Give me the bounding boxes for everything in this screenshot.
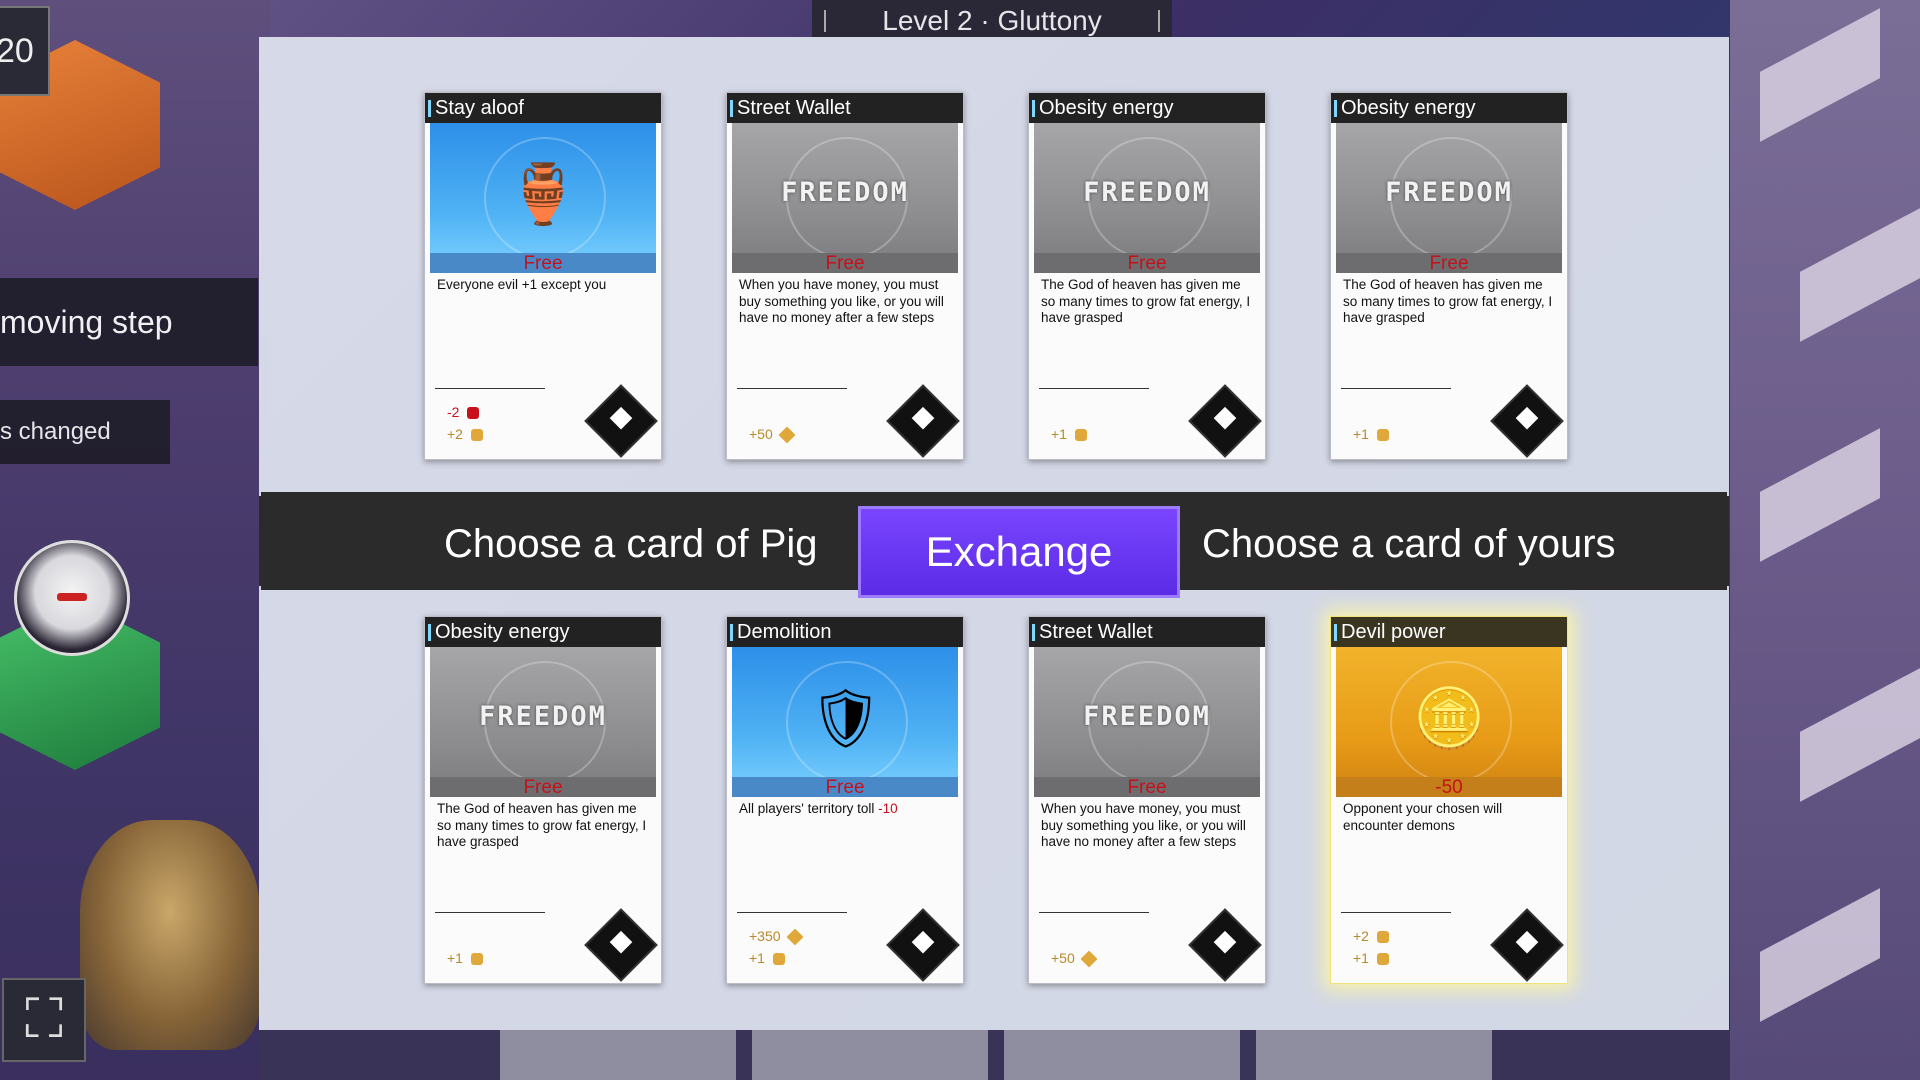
coin-icon [1074,429,1087,442]
hand-card-peek[interactable] [1256,1030,1492,1080]
opponent-card-2[interactable]: Street Wallet FREEDOM Free When you have… [726,92,964,460]
board-bottom-strip [260,1030,1730,1080]
card-type-icon [886,384,960,458]
card-price: Free [732,777,958,797]
card-stats: +350 +1 [749,925,804,969]
player-avatar[interactable] [14,540,130,656]
card-art: FREEDOM Free [732,123,958,273]
card-price: Free [430,253,656,273]
player-card-2[interactable]: Demolition 🛡 Free All players' territory… [726,616,964,984]
card-title: Devil power [1331,617,1567,647]
card-stats: +2 +1 [1353,925,1389,969]
fullscreen-icon[interactable]: ⛶ [2,978,86,1062]
coin-icon [1376,429,1389,442]
card-art: FREEDOM Free [430,647,656,797]
level-title: Level 2 · Gluttony [812,0,1172,40]
gem-icon [1080,950,1098,968]
card-description: All players' territory toll -10 [739,801,898,816]
tower-building-icon [80,820,260,1050]
card-description: The God of heaven has given me so many t… [1343,277,1553,325]
card-art: FREEDOM Free [1034,647,1260,797]
freedom-logo: FREEDOM [1385,177,1513,208]
gem-icon [786,928,804,946]
card-price: Free [1034,253,1260,273]
flag-icon [1376,931,1389,944]
card-stats: +1 [1353,423,1389,445]
card-stats: +50 [1051,947,1098,969]
hand-card-peek[interactable] [500,1030,736,1080]
card-type-icon [1490,384,1564,458]
card-art: FREEDOM Free [1336,123,1562,273]
player-card-4-selected[interactable]: Devil power 🪙 -50 Opponent your chosen w… [1330,616,1568,984]
freedom-logo: FREEDOM [1083,701,1211,732]
card-description: Opponent your chosen will encounter demo… [1343,801,1503,833]
card-stats: +50 [749,423,796,445]
card-art: 🪙 -50 [1336,647,1562,797]
card-type-icon [886,908,960,982]
card-stats: +1 [1051,423,1087,445]
card-price: Free [1034,777,1260,797]
gem-icon [778,426,796,444]
exchange-button[interactable]: Exchange [858,506,1180,598]
card-type-icon [1490,908,1564,982]
card-description: When you have money, you must buy someth… [1041,801,1246,849]
card-stats: -2 +2 [447,401,483,445]
card-price: Free [732,253,958,273]
card-description: The God of heaven has given me so many t… [437,801,647,849]
opponent-card-3[interactable]: Obesity energy FREEDOM Free The God of h… [1028,92,1266,460]
turn-counter: 20 [0,6,50,96]
card-art: 🛡 Free [732,647,958,797]
card-description: Everyone evil +1 except you [437,277,607,292]
card-price: Free [430,777,656,797]
card-type-icon [1188,908,1262,982]
card-art: 🏺 Free [430,123,656,273]
coin-icon [470,953,483,966]
player-card-3[interactable]: Street Wallet FREEDOM Free When you have… [1028,616,1266,984]
card-description: The God of heaven has given me so many t… [1041,277,1251,325]
card-title: Obesity energy [425,617,661,647]
freedom-logo: FREEDOM [781,177,909,208]
gold-ship-icon: 🏺 [507,162,580,227]
freedom-logo: FREEDOM [479,701,607,732]
evil-icon [772,953,785,966]
card-type-icon [1188,384,1262,458]
hand-card-peek[interactable] [1004,1030,1240,1080]
coin-icon [470,429,483,442]
card-stats: +1 [447,947,483,969]
choose-opponent-card-label: Choose a card of Pig [444,522,818,566]
changed-notice: s changed [0,400,170,464]
card-description: When you have money, you must buy someth… [739,277,944,325]
player-card-1[interactable]: Obesity energy FREEDOM Free The God of h… [424,616,662,984]
card-title: Street Wallet [727,93,963,123]
card-title: Obesity energy [1029,93,1265,123]
evil-icon [1376,953,1389,966]
card-price: Free [1336,253,1562,273]
opponent-card-1[interactable]: Stay aloof 🏺 Free Everyone evil +1 excep… [424,92,662,460]
moving-step-notice: moving step [0,278,258,366]
opponent-card-4[interactable]: Obesity energy FREEDOM Free The God of h… [1330,92,1568,460]
card-title: Street Wallet [1029,617,1265,647]
evil-icon [467,407,480,420]
card-type-icon [584,908,658,982]
card-title: Stay aloof [425,93,661,123]
gold-coin-pile-icon: 🪙 [1413,686,1486,751]
choose-own-card-label: Choose a card of yours [1202,522,1616,566]
freedom-logo: FREEDOM [1083,177,1211,208]
card-type-icon [584,384,658,458]
card-title: Demolition [727,617,963,647]
card-art: FREEDOM Free [1034,123,1260,273]
hand-card-peek[interactable] [752,1030,988,1080]
card-title: Obesity energy [1331,93,1567,123]
shield-emblem-icon: 🛡 [809,686,883,751]
card-price: -50 [1336,777,1562,797]
